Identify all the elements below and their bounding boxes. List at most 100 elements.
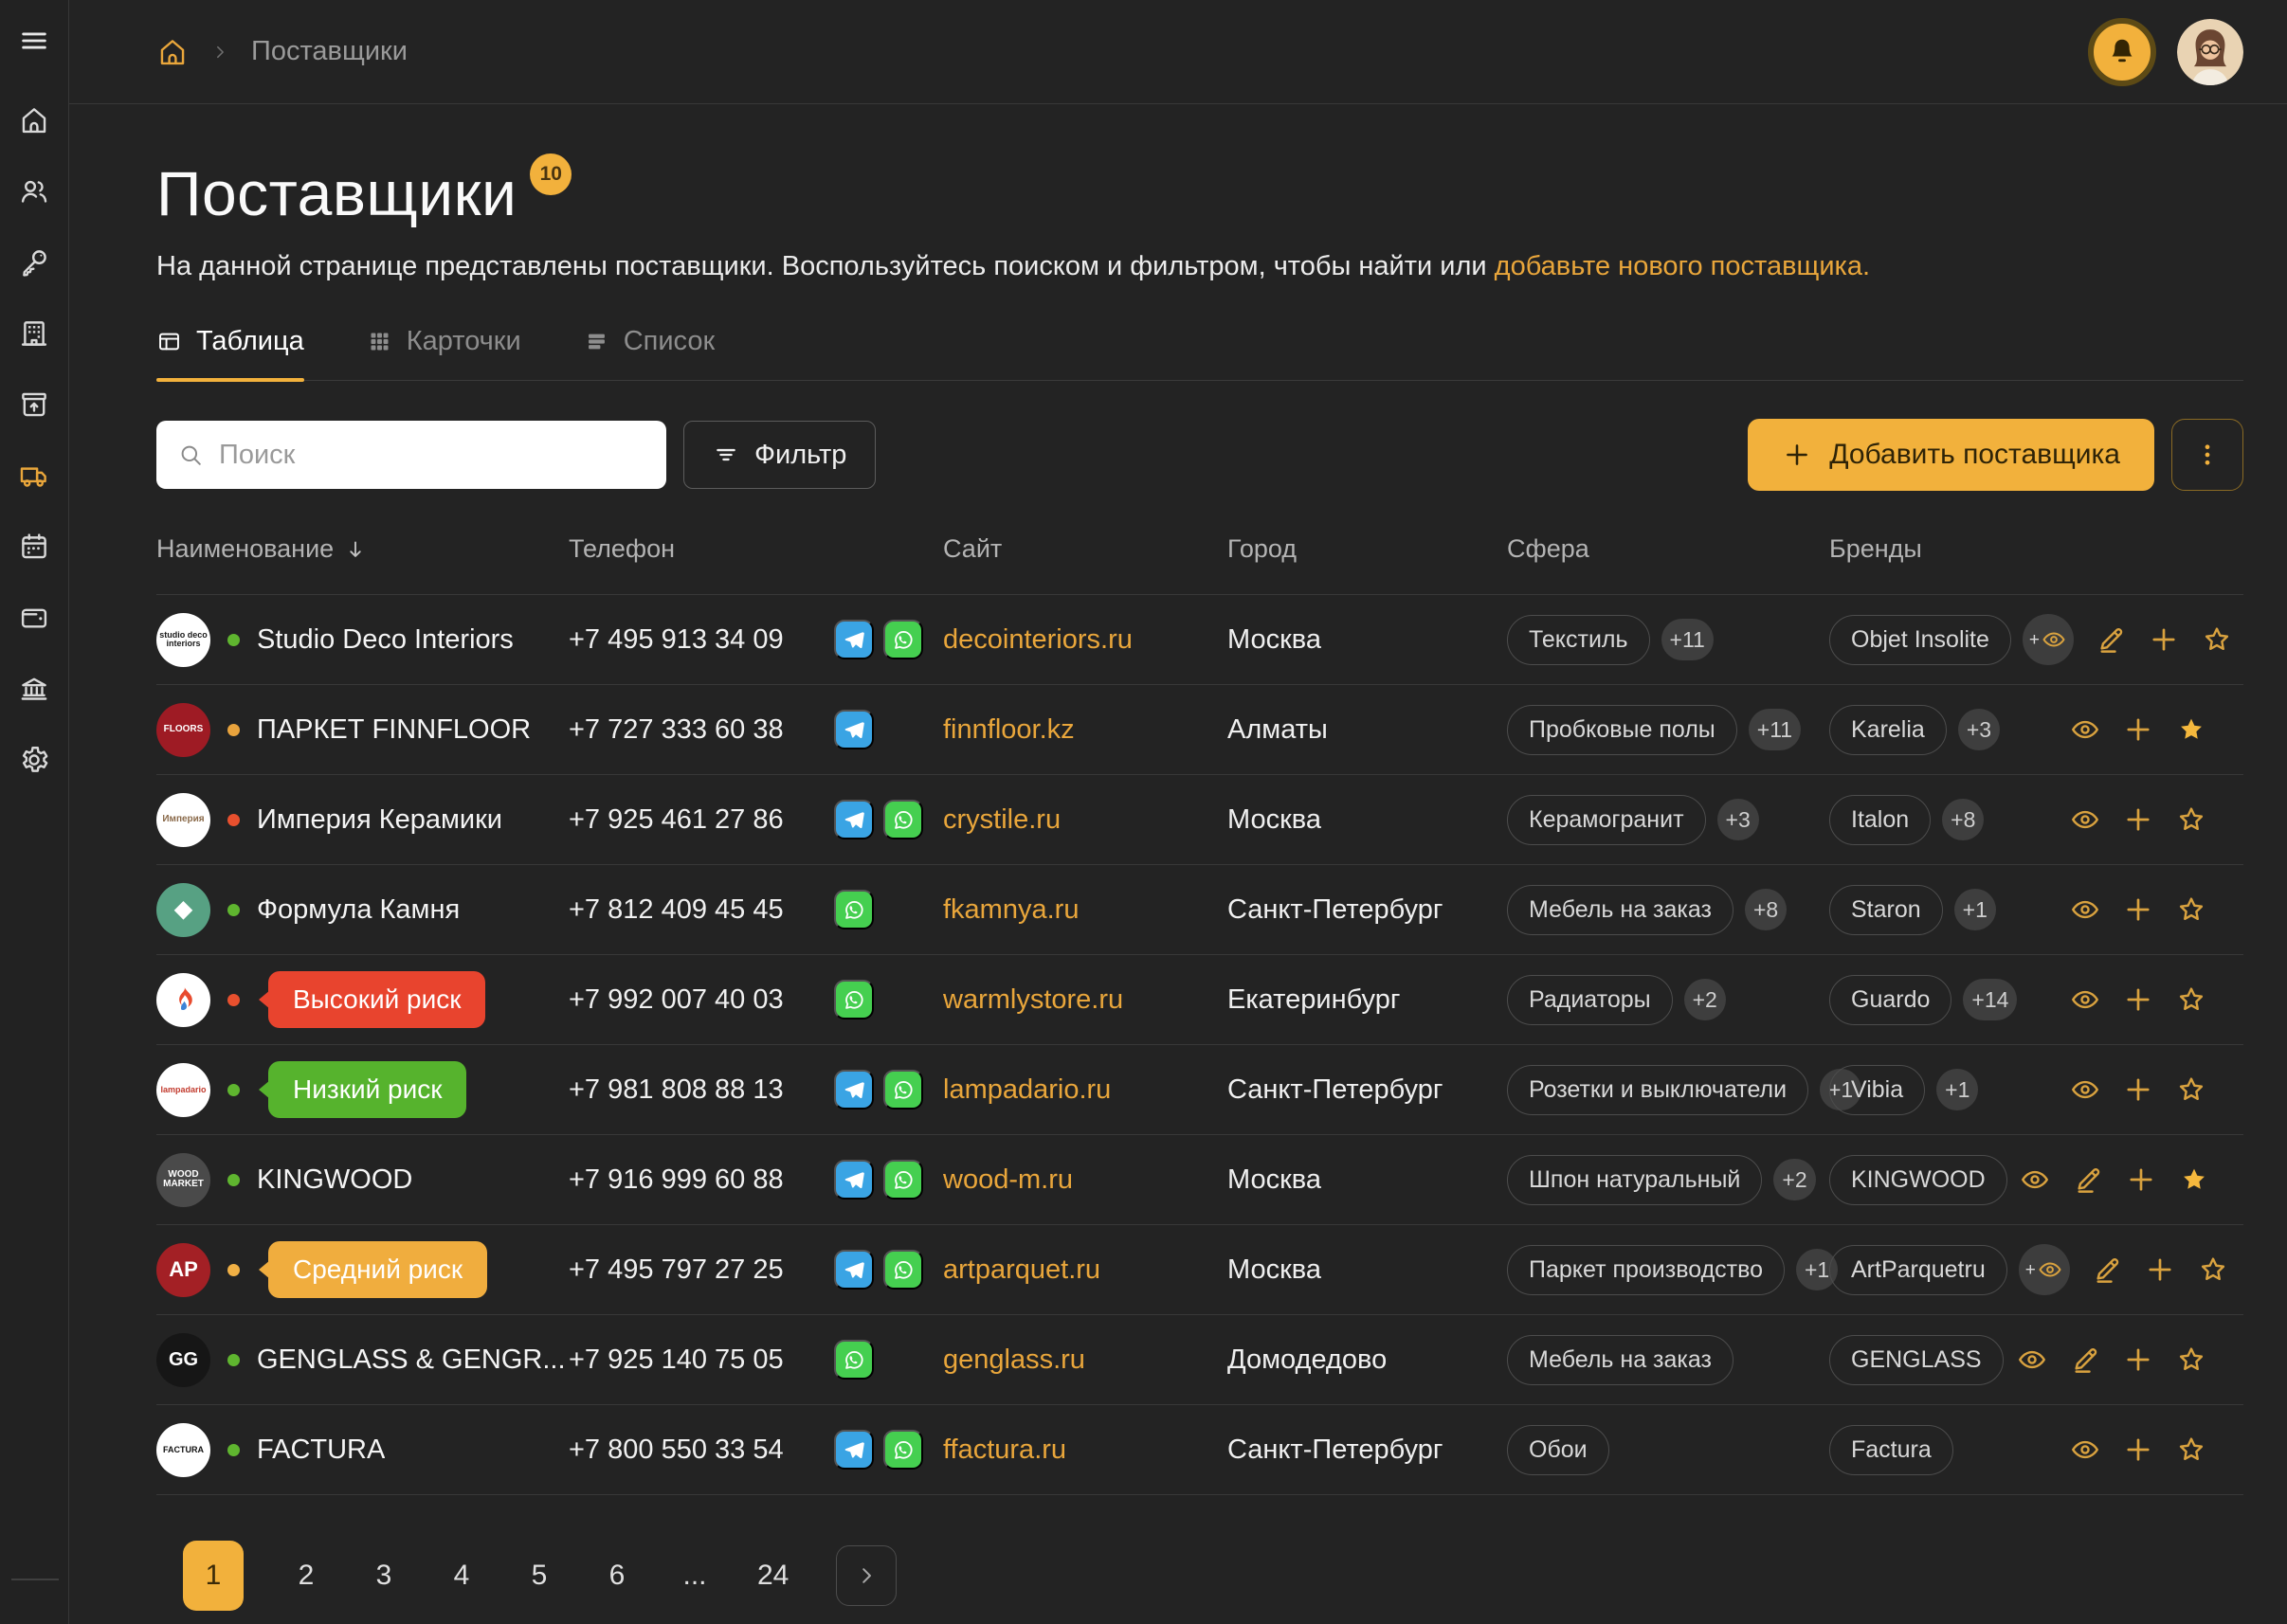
sphere-chip[interactable]: Мебель на заказ	[1507, 1335, 1733, 1385]
sphere-count-badge[interactable]: +11	[1749, 709, 1801, 750]
header-name[interactable]: Наименование	[156, 534, 569, 564]
add-icon[interactable]	[2125, 1164, 2157, 1196]
tab-list[interactable]: Список	[584, 326, 716, 380]
more-actions-button[interactable]	[2171, 419, 2243, 491]
add-icon[interactable]	[2122, 713, 2154, 746]
sphere-chip[interactable]: Пробковые полы	[1507, 705, 1737, 755]
sphere-count-badge[interactable]: +2	[1773, 1159, 1815, 1200]
sidebar-item-building[interactable]	[18, 317, 50, 350]
add-icon[interactable]	[2122, 803, 2154, 836]
page-1[interactable]: 1	[183, 1541, 244, 1611]
sphere-count-badge[interactable]: +2	[1684, 979, 1726, 1020]
sidebar-item-wallet[interactable]	[18, 602, 50, 634]
star-icon[interactable]	[2175, 803, 2207, 836]
star-filled-icon[interactable]	[2175, 713, 2207, 746]
site-link[interactable]: lampadario.ru	[943, 1074, 1227, 1106]
sphere-count-badge[interactable]: +11	[1661, 619, 1714, 660]
search-input[interactable]	[219, 440, 645, 471]
page-5[interactable]: 5	[524, 1560, 554, 1592]
sidebar-item-settings[interactable]	[18, 744, 50, 776]
edit-icon[interactable]	[2069, 1344, 2101, 1376]
sphere-chip[interactable]: Розетки и выключатели	[1507, 1065, 1808, 1115]
brand-count-badge[interactable]: +14	[1963, 979, 2017, 1020]
add-icon[interactable]	[2148, 623, 2180, 656]
whatsapp-icon[interactable]	[883, 1430, 923, 1470]
site-link[interactable]: warmlystore.ru	[943, 984, 1227, 1016]
header-phone[interactable]: Телефон	[569, 534, 834, 564]
star-icon[interactable]	[2197, 1254, 2229, 1286]
telegram-icon[interactable]	[834, 1430, 874, 1470]
sphere-chip[interactable]: Обои	[1507, 1425, 1609, 1475]
page-24[interactable]: 24	[757, 1560, 789, 1592]
brand-count-badge[interactable]: +3	[1958, 709, 2000, 750]
brand-chip[interactable]: Objet Insolite	[1829, 615, 2011, 665]
eye-icon[interactable]	[2069, 713, 2101, 746]
sidebar-item-home[interactable]	[18, 104, 50, 136]
table-row[interactable]: FLOORS ПАРКЕТ FINNFLOOR +7 727 333 60 38…	[156, 684, 2243, 774]
whatsapp-icon[interactable]	[834, 890, 874, 929]
site-link[interactable]: artparquet.ru	[943, 1254, 1227, 1286]
header-brands[interactable]: Бренды	[1829, 534, 2243, 564]
eye-icon[interactable]	[2069, 1434, 2101, 1466]
eye-icon[interactable]	[2069, 983, 2101, 1016]
star-filled-icon[interactable]	[2178, 1164, 2210, 1196]
table-row[interactable]: WOOD MARKET KINGWOOD +7 916 999 60 88 wo…	[156, 1134, 2243, 1224]
whatsapp-icon[interactable]	[883, 800, 923, 839]
add-icon[interactable]	[2122, 1074, 2154, 1106]
sort-desc-icon[interactable]	[343, 537, 368, 562]
sidebar-item-box-upload[interactable]	[18, 388, 50, 421]
brand-chip[interactable]: KINGWOOD	[1829, 1155, 2007, 1205]
brand-count-badge[interactable]: +1	[1954, 889, 1996, 930]
table-row[interactable]: Империя Империя Керамики +7 925 461 27 8…	[156, 774, 2243, 864]
tab-cards[interactable]: Карточки	[367, 326, 521, 380]
eye-plus-badge-icon[interactable]: +	[2023, 614, 2074, 665]
brand-chip[interactable]: ArtParquetru	[1829, 1245, 2007, 1295]
add-supplier-link[interactable]: добавьте нового поставщика.	[1495, 251, 1870, 281]
star-icon[interactable]	[2201, 623, 2233, 656]
eye-plus-badge-icon[interactable]: +	[2019, 1244, 2070, 1295]
edit-icon[interactable]	[2091, 1254, 2123, 1286]
tab-table[interactable]: Таблица	[156, 326, 304, 380]
sidebar-item-users[interactable]	[18, 175, 50, 208]
eye-icon[interactable]	[2069, 893, 2101, 926]
page-3[interactable]: 3	[369, 1560, 399, 1592]
site-link[interactable]: crystile.ru	[943, 804, 1227, 836]
whatsapp-icon[interactable]	[883, 620, 923, 659]
edit-icon[interactable]	[2095, 623, 2127, 656]
whatsapp-icon[interactable]	[883, 1160, 923, 1200]
site-link[interactable]: fkamnya.ru	[943, 894, 1227, 926]
telegram-icon[interactable]	[834, 710, 874, 749]
search-box[interactable]	[156, 421, 666, 489]
telegram-icon[interactable]	[834, 1250, 874, 1290]
sphere-chip[interactable]: Текстиль	[1507, 615, 1650, 665]
avatar[interactable]	[2177, 19, 2243, 85]
table-row[interactable]: lampadario Низкий риск +7 981 808 88 13 …	[156, 1044, 2243, 1134]
star-icon[interactable]	[2175, 1074, 2207, 1106]
brand-chip[interactable]: Staron	[1829, 885, 1943, 935]
notifications-button[interactable]	[2088, 18, 2156, 86]
star-icon[interactable]	[2175, 893, 2207, 926]
sphere-chip[interactable]: Керамогранит	[1507, 795, 1706, 845]
site-link[interactable]: genglass.ru	[943, 1344, 1227, 1376]
sphere-count-badge[interactable]: +8	[1745, 889, 1787, 930]
telegram-icon[interactable]	[834, 800, 874, 839]
page-2[interactable]: 2	[291, 1560, 321, 1592]
sidebar-item-truck[interactable]	[18, 460, 50, 492]
page-4[interactable]: 4	[446, 1560, 477, 1592]
menu-icon[interactable]	[18, 25, 50, 57]
eye-icon[interactable]	[2019, 1164, 2051, 1196]
sphere-chip[interactable]: Мебель на заказ	[1507, 885, 1733, 935]
star-icon[interactable]	[2175, 1344, 2207, 1376]
next-page-button[interactable]	[836, 1545, 897, 1606]
site-link[interactable]: finnfloor.kz	[943, 714, 1227, 746]
site-link[interactable]: ffactura.ru	[943, 1435, 1227, 1466]
breadcrumb-label[interactable]: Поставщики	[251, 36, 408, 67]
whatsapp-icon[interactable]	[883, 1250, 923, 1290]
page-6[interactable]: 6	[602, 1560, 632, 1592]
filter-button[interactable]: Фильтр	[683, 421, 876, 489]
brand-chip[interactable]: Italon	[1829, 795, 1931, 845]
add-icon[interactable]	[2122, 1434, 2154, 1466]
add-supplier-button[interactable]: Добавить поставщика	[1748, 419, 2154, 491]
breadcrumb-home-icon[interactable]	[156, 36, 189, 68]
header-sphere[interactable]: Сфера	[1507, 534, 1829, 564]
